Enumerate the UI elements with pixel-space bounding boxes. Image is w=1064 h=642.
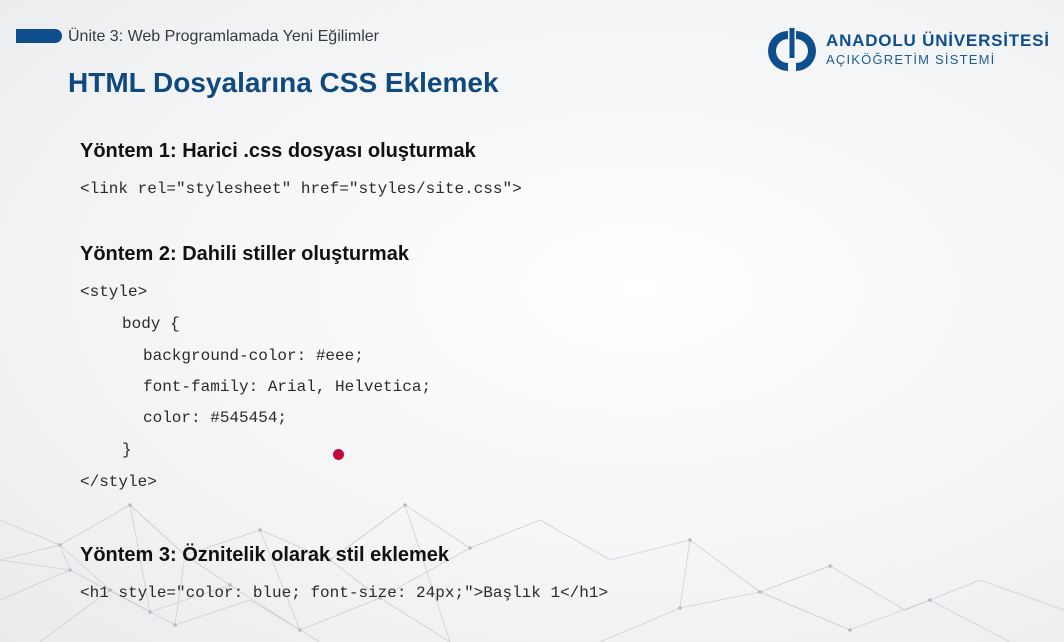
- unit-title: Ünite 3: Web Programlamada Yeni Eğilimle…: [68, 28, 379, 45]
- code-line: body {: [122, 315, 180, 333]
- unit-accent-bar: [16, 29, 62, 43]
- method-1-title: Yöntem 1: Harici .css dosyası oluşturmak: [80, 140, 476, 162]
- logo-system-name: AÇIKÖĞRETİM SİSTEMİ: [826, 52, 996, 67]
- logo-university-name: ANADOLU ÜNİVERSİTESİ: [826, 31, 1050, 50]
- code-line: }: [122, 441, 132, 459]
- slide-title: HTML Dosyalarına CSS Eklemek: [68, 67, 499, 98]
- university-logo: ANADOLU ÜNİVERSİTESİ AÇIKÖĞRETİM SİSTEMİ: [768, 28, 1050, 74]
- method-2-title: Yöntem 2: Dahili stiller oluşturmak: [80, 243, 409, 265]
- university-emblem-icon: [768, 28, 816, 71]
- code-line: <style>: [80, 283, 148, 301]
- method-3-code: <h1 style="color: blue; font-size: 24px;…: [80, 584, 609, 602]
- method-3-title: Yöntem 3: Öznitelik olarak stil eklemek: [80, 544, 450, 566]
- code-line: background-color: #eee;: [143, 347, 364, 365]
- code-line: </style>: [80, 473, 157, 491]
- code-line: font-family: Arial, Helvetica;: [143, 378, 432, 396]
- laser-pointer-dot: [333, 449, 344, 460]
- code-line: color: #545454;: [143, 409, 288, 427]
- method-1-code: <link rel="stylesheet" href="styles/site…: [80, 180, 522, 198]
